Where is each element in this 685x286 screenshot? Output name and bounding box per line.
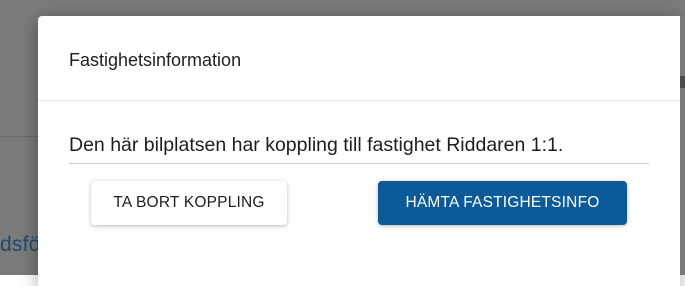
dialog-title: Fastighetsinformation — [69, 50, 242, 70]
background-divider — [0, 136, 40, 137]
dialog-divider — [38, 100, 680, 101]
property-info-dialog: Fastighetsinformation Den här bilplatsen… — [38, 16, 680, 286]
background-text: dsfö — [0, 233, 38, 256]
dialog-message: Den här bilplatsen har koppling till fas… — [69, 134, 649, 164]
background-right-edge — [680, 16, 685, 275]
remove-link-button[interactable]: TA BORT KOPPLING — [91, 181, 287, 225]
background-edge-mark — [680, 76, 685, 88]
fetch-property-info-button[interactable]: HÄMTA FASTIGHETSINFO — [378, 181, 627, 225]
